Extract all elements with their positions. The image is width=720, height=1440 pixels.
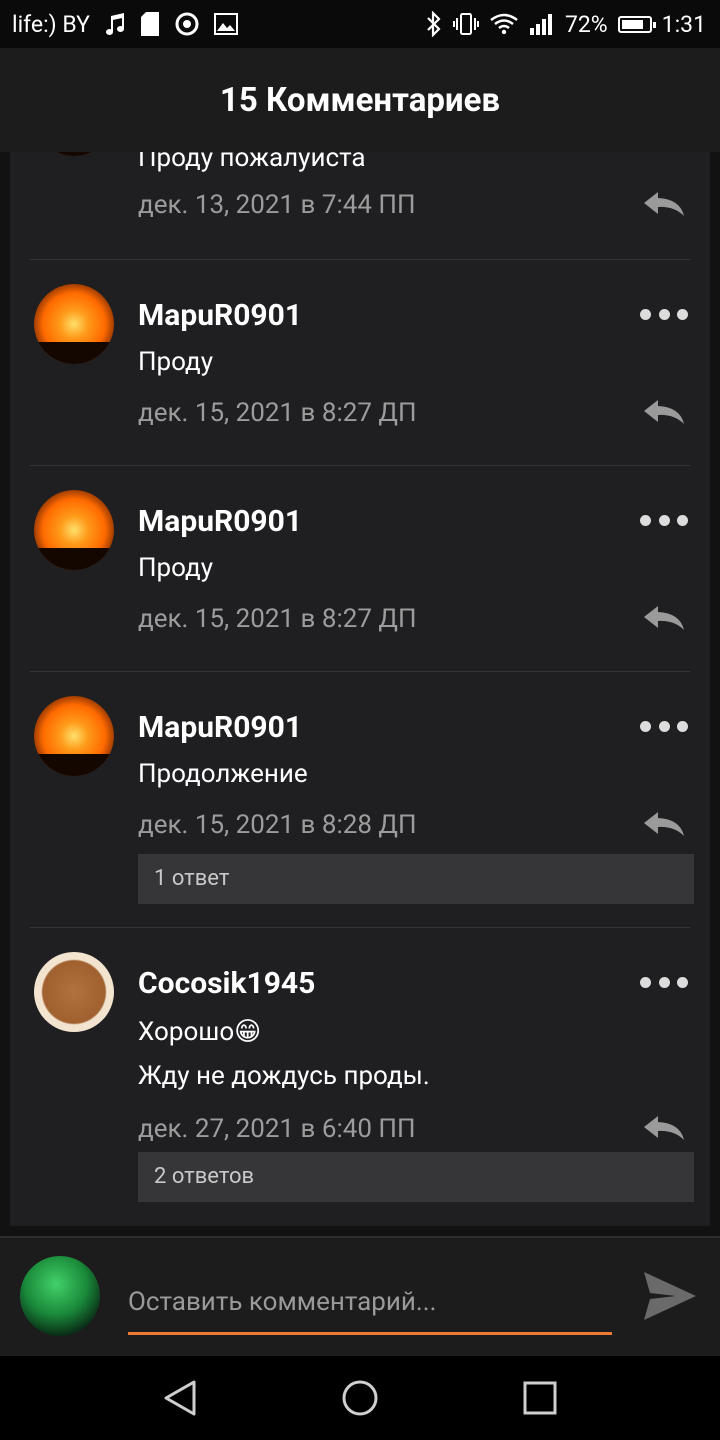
battery-percent: 72% (564, 10, 608, 38)
recents-icon[interactable] (518, 1376, 562, 1420)
sd-card-icon (140, 11, 160, 37)
back-icon[interactable] (158, 1376, 202, 1420)
view-replies-button[interactable]: 1 ответ (138, 854, 694, 904)
more-options-icon[interactable] (640, 714, 688, 738)
comment-text: Продолжение (138, 759, 308, 789)
comment-username[interactable]: Cocosik1945 (138, 966, 315, 1001)
comment-item: МарuR0901 Продолжение дек. 15, 2021 в 8:… (10, 672, 710, 927)
comment-date: дек. 13, 2021 в 7:44 ПП (138, 190, 416, 220)
reply-icon[interactable] (642, 810, 686, 840)
avatar[interactable] (34, 696, 114, 776)
comment-item: Cocosik1945 Хорошо😁 Жду не дождусь проды… (10, 928, 710, 1226)
music-icon (104, 12, 126, 36)
status-bar: life:) BY 72% 1:31 (0, 0, 720, 48)
more-options-icon[interactable] (640, 970, 688, 994)
comment-text: Хорошо😁 (138, 1017, 262, 1047)
view-replies-button[interactable]: 2 ответов (138, 1152, 694, 1202)
vibrate-icon (452, 12, 479, 36)
comment-item: МарuR0901 Проду дек. 15, 2021 в 8:27 ДП (10, 466, 710, 671)
bluetooth-icon (425, 11, 443, 37)
comment-composer (0, 1236, 720, 1356)
more-options-icon[interactable] (640, 508, 688, 532)
comment-text: Проду пожалуиста (138, 152, 366, 173)
comment-text: Проду (138, 347, 214, 377)
battery-icon (617, 15, 656, 33)
comment-date: дек. 15, 2021 в 8:28 ДП (138, 810, 417, 840)
more-options-icon[interactable] (640, 302, 688, 326)
avatar[interactable] (34, 284, 114, 364)
page-title: 15 Комментариев (219, 80, 501, 120)
avatar[interactable] (34, 490, 114, 570)
reply-icon[interactable] (642, 604, 686, 634)
comment-text-line2: Жду не дождусь проды. (138, 1061, 430, 1091)
comment-date: дек. 15, 2021 в 8:27 ДП (138, 398, 417, 428)
comment-date: дек. 27, 2021 в 6:40 ПП (138, 1114, 416, 1144)
image-icon (213, 13, 238, 35)
sync-icon (174, 11, 200, 37)
comment-username[interactable]: МарuR0901 (138, 298, 302, 333)
home-icon[interactable] (338, 1376, 382, 1420)
carrier-label: life:) BY (12, 10, 90, 38)
clock: 1:31 (661, 10, 706, 38)
user-avatar[interactable] (20, 1256, 100, 1336)
comment-text: Проду (138, 553, 214, 583)
comment-item: Проду пожалуиста дек. 13, 2021 в 7:44 ПП (10, 152, 710, 259)
send-icon[interactable] (642, 1268, 698, 1324)
reply-icon[interactable] (642, 398, 686, 428)
wifi-icon (489, 12, 519, 36)
reply-icon[interactable] (642, 190, 686, 220)
signal-icon (529, 12, 555, 36)
header: 15 Комментариев (0, 48, 720, 152)
navigation-bar (0, 1356, 720, 1440)
avatar[interactable] (34, 152, 114, 156)
avatar[interactable] (34, 952, 114, 1032)
comment-input[interactable] (128, 1272, 612, 1335)
comments-list[interactable]: Проду пожалуиста дек. 13, 2021 в 7:44 ПП… (10, 152, 710, 1226)
comment-date: дек. 15, 2021 в 8:27 ДП (138, 604, 417, 634)
comment-username[interactable]: МарuR0901 (138, 504, 302, 539)
comment-item: МарuR0901 Проду дек. 15, 2021 в 8:27 ДП (10, 260, 710, 465)
comment-username[interactable]: МарuR0901 (138, 710, 302, 745)
reply-icon[interactable] (642, 1114, 686, 1144)
